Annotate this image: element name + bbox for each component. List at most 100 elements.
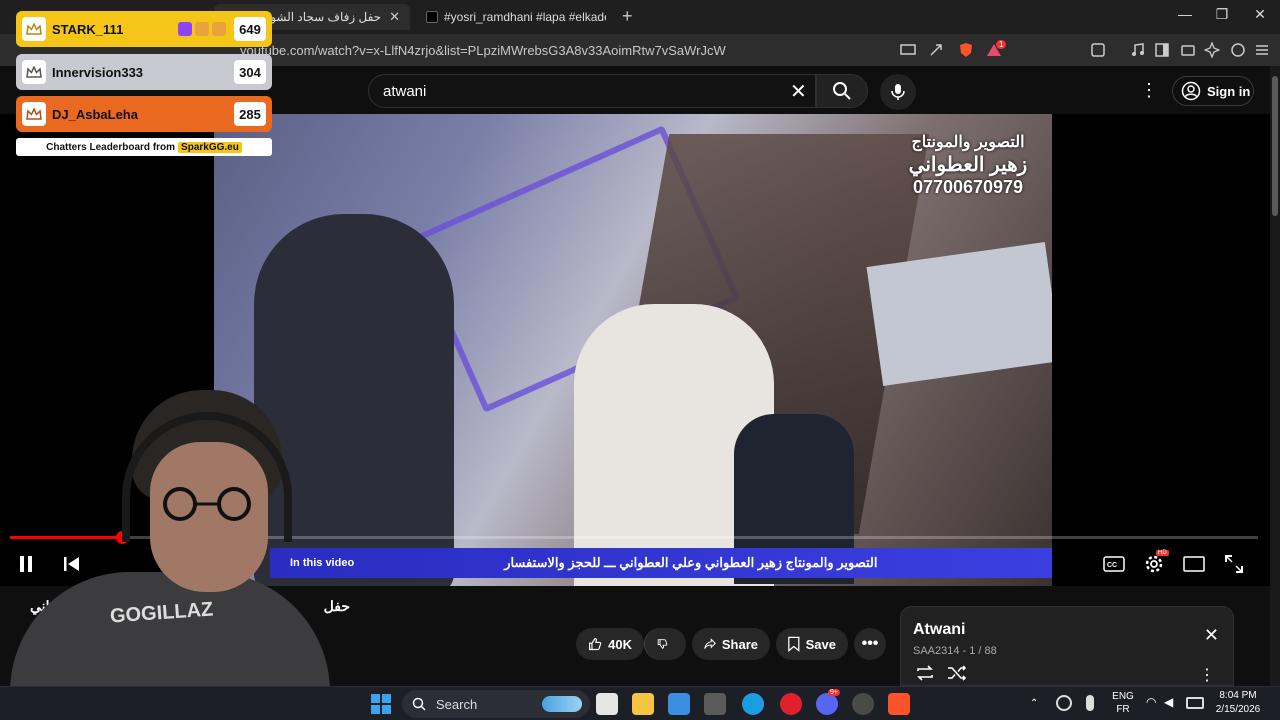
share-icon (704, 638, 716, 649)
playlist-subtitle: SAA2314 - 1 / 88 (913, 645, 997, 657)
close-playlist-icon[interactable]: ✕ (1204, 625, 1219, 646)
leaderboard-score: 304 (234, 60, 266, 84)
share-button[interactable]: Share (692, 628, 770, 660)
search-input[interactable]: atwani (368, 74, 816, 108)
rewards-badge: 1 (996, 40, 1007, 49)
settings-button[interactable]: HD (1142, 550, 1169, 576)
fullscreen-icon (1225, 555, 1243, 573)
search-button[interactable] (816, 74, 868, 108)
volume-icon[interactable]: ◀ (1164, 696, 1173, 709)
playlist-more-icon[interactable]: ⋮ (1199, 665, 1215, 685)
taskbar-search-label: Search (436, 696, 478, 712)
settings-menu-icon[interactable]: ⋮ (1140, 80, 1158, 101)
ticker-text: التصوير والمونتاج زهير العطواني وعلي الع… (504, 555, 878, 570)
app-icon[interactable] (852, 693, 874, 715)
taskbar: Search 9+ ⌃ ENG FR ◠ ◀ 8:04 PM 2/15/2026 (0, 686, 1280, 720)
brave-icon[interactable] (888, 693, 910, 715)
wifi-icon[interactable]: ◠ (1146, 696, 1156, 709)
wallet-icon[interactable] (1180, 42, 1196, 58)
watermark-line2: زهير العطواني (908, 154, 1028, 176)
cast-icon[interactable] (900, 42, 916, 58)
sign-in-label: Sign in (1207, 83, 1251, 99)
taskbar-search[interactable]: Search (402, 690, 590, 718)
search-highlight-icon (542, 696, 582, 712)
maximize-icon[interactable]: ❐ (1212, 6, 1232, 23)
hd-badge: HD (1156, 550, 1169, 556)
dislike-button[interactable] (644, 628, 686, 660)
video-ticker: In this video التصوير والمونتاج زهير الع… (270, 548, 1052, 578)
fullscreen-button[interactable] (1222, 552, 1246, 576)
leaderboard-row: Innervision333 304 (16, 54, 272, 90)
discord-icon[interactable] (816, 693, 838, 715)
captions-icon: CC (1103, 556, 1125, 572)
search-query: atwani (383, 82, 427, 100)
url-text: youtube.com/watch?v=x-LlfN4zrjo&list=PLp… (240, 42, 726, 58)
opera-icon[interactable] (780, 693, 802, 715)
like-button[interactable]: 40K (576, 628, 644, 660)
more-actions-button[interactable]: ••• (854, 628, 886, 660)
show-hidden-icons-icon[interactable]: ⌃ (1030, 697, 1038, 710)
leaderboard-name: DJ_AsbaLeha (52, 106, 138, 122)
microphone-icon[interactable] (1086, 695, 1094, 711)
leaderboard-score: 285 (234, 102, 266, 126)
clear-search-icon[interactable]: ✕ (790, 79, 807, 104)
clock-date: 2/15/2026 (1215, 704, 1261, 715)
clock-time: 8:04 PM (1219, 690, 1257, 701)
bookmark-icon (788, 636, 800, 652)
loop-icon[interactable] (915, 665, 935, 681)
share-page-icon[interactable] (928, 42, 944, 58)
sync-icon[interactable] (1056, 695, 1072, 711)
language-indicator[interactable]: ENG FR (1108, 690, 1138, 716)
page-scrollbar[interactable] (1270, 66, 1280, 686)
clock[interactable]: 8:04 PM 2/15/2026 (1206, 689, 1270, 717)
leaderboard-row: STARK_111 649 (16, 11, 272, 47)
menu-icon[interactable] (1254, 42, 1270, 58)
window-close-icon[interactable]: ✕ (1250, 6, 1270, 23)
like-count: 40K (608, 636, 632, 652)
tab-tiktok[interactable]: #yosri_ramdhani #lapa #elkader #raf (416, 4, 616, 30)
theater-mode-icon (1183, 556, 1205, 572)
theater-mode-button[interactable] (1182, 552, 1206, 576)
minimize-icon[interactable]: — (1175, 6, 1195, 22)
search-icon (412, 697, 426, 711)
watermark-phone: 07700670979 (912, 177, 1024, 197)
brave-shield-icon[interactable] (958, 42, 974, 58)
streamer-shirt (10, 572, 330, 686)
scrollbar-thumb[interactable] (1272, 76, 1278, 216)
voice-search-button[interactable] (880, 74, 916, 110)
reader-mode-icon[interactable] (1090, 42, 1106, 58)
url-field[interactable]: youtube.com/watch?v=x-LlfN4zrjo&list=PLp… (240, 38, 880, 62)
save-button[interactable]: Save (776, 628, 848, 660)
bits-badge-icon (212, 22, 226, 36)
playlist-title[interactable]: Atwani (913, 621, 965, 639)
streamer-webcam: GOGILLAZ (0, 382, 330, 686)
leaderboard-score: 649 (234, 17, 266, 41)
windows-start-icon[interactable] (370, 693, 392, 715)
shelf (866, 242, 1052, 386)
battery-icon[interactable] (1186, 697, 1204, 709)
microsoft-store-icon[interactable] (668, 693, 690, 715)
close-icon[interactable]: ✕ (389, 9, 400, 25)
video-frame[interactable]: التصوير والمونتاج زهير العطواني 07700670… (214, 114, 1052, 586)
task-view-icon[interactable] (596, 693, 618, 715)
tiktok-favicon-icon (426, 11, 438, 23)
language-top: ENG (1112, 691, 1134, 702)
leaderboard-row: DJ_AsbaLeha 285 (16, 96, 272, 132)
shuffle-icon[interactable] (947, 665, 967, 681)
playlist-panel: Atwani SAA2314 - 1 / 88 ✕ ⋮ (900, 606, 1234, 686)
sparkgg-brand: SparkGG.eu (178, 141, 242, 153)
edge-icon[interactable] (742, 693, 764, 715)
new-tab-icon[interactable]: + (622, 6, 633, 27)
vpn-icon[interactable] (1230, 42, 1246, 58)
app-icon[interactable] (704, 693, 726, 715)
crown-icon (22, 60, 46, 84)
leaderboard-footer: Chatters Leaderboard from SparkGG.eu (16, 138, 272, 156)
music-icon[interactable] (1130, 42, 1146, 58)
sign-in-button[interactable]: Sign in (1172, 76, 1254, 106)
leo-ai-icon[interactable] (1204, 42, 1220, 58)
svg-text:CC: CC (1107, 562, 1117, 569)
file-explorer-icon[interactable] (632, 693, 654, 715)
language-bottom: FR (1116, 704, 1130, 715)
sidebar-icon[interactable] (1154, 42, 1170, 58)
captions-button[interactable]: CC (1102, 552, 1126, 576)
